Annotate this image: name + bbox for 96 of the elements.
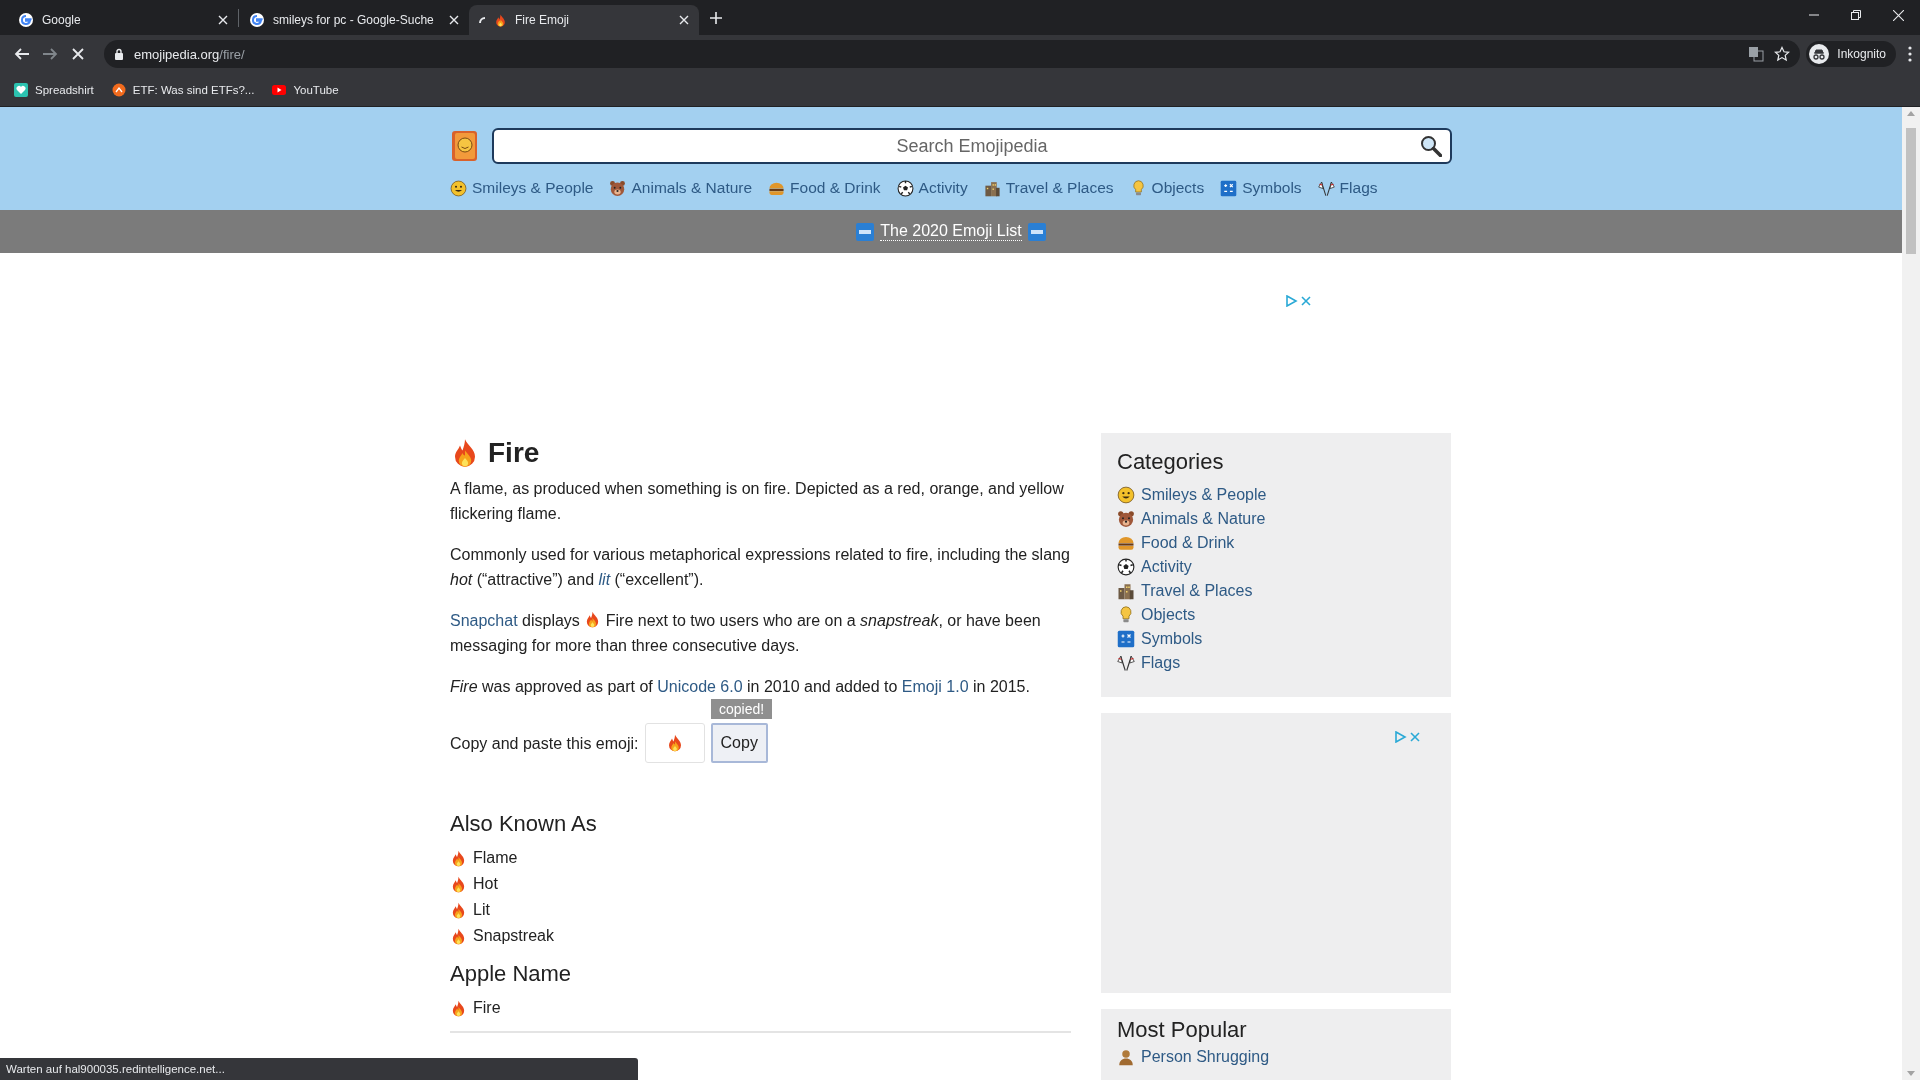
name-item: Lit: [473, 900, 490, 920]
status-text: Warten auf hal900035.redintelligence.net...: [6, 1063, 225, 1075]
browser-tab[interactable]: smileys for pc - Google-Suche: [239, 5, 469, 35]
panel-title: Categories: [1117, 448, 1225, 476]
page-title: Fire: [488, 436, 540, 470]
close-icon[interactable]: [218, 15, 228, 25]
scrollbar-thumb[interactable]: [1906, 128, 1916, 254]
bookmark[interactable]: Spreadshirt: [14, 82, 94, 97]
new-badge-icon: [856, 222, 875, 241]
fire-icon: [450, 927, 467, 945]
search-field[interactable]: Search Emojipedia: [492, 128, 1452, 164]
category-link[interactable]: Symbols: [1141, 627, 1203, 651]
category-link[interactable]: Smileys & People: [450, 179, 594, 197]
section-heading: Apple Name: [450, 960, 573, 988]
category-link[interactable]: Flags: [1141, 651, 1181, 675]
category-link[interactable]: Animals & Nature: [609, 179, 753, 197]
burger-icon: [1117, 534, 1135, 552]
section-heading: Also Known As: [450, 810, 598, 838]
close-icon[interactable]: [679, 15, 689, 25]
category-link[interactable]: Symbols: [1220, 179, 1302, 197]
ad-choices-icon[interactable]: [1286, 295, 1312, 307]
fire-icon: [450, 901, 467, 919]
category-link[interactable]: Flags: [1317, 179, 1378, 197]
fire-icon: [450, 999, 467, 1017]
category-link[interactable]: Animals & Nature: [1141, 507, 1266, 531]
link[interactable]: Unicode 6.0: [657, 678, 743, 695]
new-badge-icon: [1027, 222, 1046, 241]
bookmark[interactable]: ETF: Was sind ETFs?...: [111, 82, 255, 97]
back-icon[interactable]: [14, 46, 30, 62]
link[interactable]: lit: [598, 571, 611, 588]
close-icon[interactable]: [449, 15, 459, 25]
stop-icon[interactable]: [70, 46, 86, 62]
person-icon: [1117, 1048, 1135, 1066]
flags-icon: [1117, 654, 1135, 672]
category-link[interactable]: Travel & Places: [1141, 579, 1253, 603]
close-icon[interactable]: [1893, 10, 1904, 21]
category-link[interactable]: Travel & Places: [983, 179, 1114, 197]
bookmark[interactable]: YouTube: [272, 83, 339, 96]
star-icon[interactable]: [1774, 46, 1791, 62]
category-link[interactable]: Food & Drink: [1141, 531, 1235, 555]
buildings-icon: [983, 179, 1001, 197]
loading-spinner-icon: [479, 16, 486, 24]
emoji-list-link[interactable]: The 2020 Emoji List: [880, 222, 1022, 241]
symbols-icon: [1117, 630, 1135, 648]
bulb-icon: [1117, 606, 1135, 624]
heart-icon: [14, 82, 28, 97]
buildings-icon: [1117, 582, 1135, 600]
category-link[interactable]: Person Shrugging: [1141, 1045, 1270, 1069]
link[interactable]: Emoji 1.0: [901, 678, 969, 695]
menu-icon[interactable]: [1908, 46, 1912, 62]
search-icon[interactable]: [1420, 135, 1442, 157]
fire-icon: [494, 13, 507, 27]
name-item: Snapstreak: [473, 926, 554, 946]
category-link[interactable]: Food & Drink: [768, 179, 881, 197]
name-item: Hot: [473, 874, 498, 894]
browser-tab[interactable]: Google: [8, 5, 238, 35]
category-link[interactable]: Activity: [1141, 555, 1192, 579]
fire-icon: [450, 849, 467, 867]
smiley-icon: [1117, 486, 1135, 504]
name-item: Flame: [473, 848, 518, 868]
new-tab-icon[interactable]: [709, 10, 723, 25]
symbols-icon: [1220, 179, 1238, 197]
bear-icon: [609, 179, 627, 197]
category-link[interactable]: Objects: [1129, 179, 1205, 197]
name-item: Fire: [473, 998, 501, 1018]
paragraph: Fire was approved as part of Unicode 6.0 in 2010 and added to Emoji 1.0 in 2015.: [450, 677, 1031, 697]
fire-icon: [450, 875, 467, 893]
copied-tooltip: copied!: [711, 699, 773, 719]
ball-icon: [896, 179, 914, 197]
copy-label: Copy and paste this emoji:: [450, 733, 639, 754]
link[interactable]: Snapchat: [450, 612, 518, 629]
circle-icon: [111, 82, 126, 97]
panel-title: Most Popular: [1117, 1016, 1248, 1044]
paragraph: Snapchat displays Fire next to two users who are on a snapstreak, or have been messaging for more than three consecutive days.: [450, 610, 1042, 656]
translate-icon[interactable]: [1748, 46, 1765, 62]
google-icon: [18, 12, 34, 28]
google-icon: [249, 12, 265, 28]
play-icon: [272, 84, 287, 95]
flags-icon: [1317, 179, 1335, 197]
profile-button[interactable]: Inkognito: [1806, 41, 1896, 67]
paragraph: Commonly used for various metaphorical expressions related to fire, including the slang hot (“attractive”) and lit (“excellent”).: [450, 545, 1071, 590]
category-link[interactable]: Objects: [1141, 603, 1196, 627]
paragraph: A flame, as produced when something is on fire. Depicted as a red, orange, and yellow flickering flame.: [450, 479, 1065, 524]
smiley-icon: [450, 179, 467, 197]
incognito-icon: [1809, 44, 1830, 64]
lock-icon: [114, 48, 124, 60]
copy-button[interactable]: Copy: [710, 723, 768, 763]
restore-icon[interactable]: [1851, 10, 1861, 20]
book-logo-icon[interactable]: [450, 129, 480, 163]
category-link[interactable]: Smileys & People: [1141, 483, 1267, 507]
bear-icon: [1117, 510, 1135, 528]
address-bar[interactable]: emojipedia.org/fire/: [104, 40, 1801, 68]
browser-tab[interactable]: Fire Emoji: [469, 5, 699, 35]
forward-icon[interactable]: [42, 46, 58, 62]
ball-icon: [1117, 558, 1135, 576]
category-link[interactable]: Activity: [896, 179, 968, 197]
